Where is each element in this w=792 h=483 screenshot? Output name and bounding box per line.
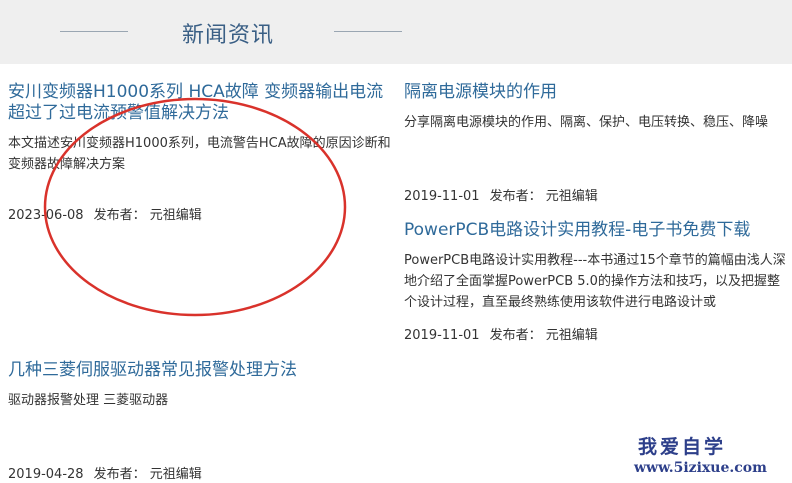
news-item: 隔离电源模块的作用 分享隔离电源模块的作用、隔离、保护、电压转换、稳压、降噪 2…	[404, 82, 790, 204]
news-title-link[interactable]: 隔离电源模块的作用	[404, 82, 790, 103]
publisher-name: 元祖编辑	[149, 467, 202, 482]
header-divider-left	[60, 31, 128, 32]
publisher-label: 发布者：	[489, 328, 542, 343]
section-header: 新闻资讯	[0, 0, 792, 64]
news-date: 2019-11-01	[404, 328, 480, 343]
news-item: PowerPCB电路设计实用教程-电子书免费下载 PowerPCB电路设计实用教…	[404, 220, 790, 343]
news-title-link[interactable]: 几种三菱伺服驱动器常见报警处理方法	[8, 360, 400, 381]
news-meta: 2019-04-28 发布者： 元祖编辑	[8, 463, 202, 482]
news-item: 几种三菱伺服驱动器常见报警处理方法 驱动器报警处理 三菱驱动器 2019-04-…	[8, 360, 400, 482]
watermark-text: 我爱自学	[638, 436, 727, 458]
red-circle-annotation	[43, 97, 347, 317]
news-summary: PowerPCB电路设计实用教程---本书通过15个章节的篇幅由浅人深地介绍了全…	[404, 253, 786, 310]
news-summary: 驱动器报警处理 三菱驱动器	[8, 393, 169, 408]
publisher-name: 元祖编辑	[545, 189, 598, 204]
news-date: 2019-11-01	[404, 189, 480, 204]
header-divider-right	[334, 31, 402, 32]
news-title-link[interactable]: PowerPCB电路设计实用教程-电子书免费下载	[404, 220, 790, 241]
publisher-name: 元祖编辑	[545, 328, 598, 343]
news-date: 2019-04-28	[8, 467, 84, 482]
watermark-url: www.5izixue.com	[634, 460, 767, 476]
publisher-label: 发布者：	[489, 189, 542, 204]
news-meta: 2019-11-01 发布者： 元祖编辑	[404, 185, 598, 204]
news-summary: 分享隔离电源模块的作用、隔离、保护、电压转换、稳压、降噪	[404, 115, 769, 130]
section-title: 新闻资讯	[182, 23, 275, 48]
news-meta: 2019-11-01 发布者： 元祖编辑	[404, 324, 598, 343]
publisher-label: 发布者：	[93, 467, 146, 482]
